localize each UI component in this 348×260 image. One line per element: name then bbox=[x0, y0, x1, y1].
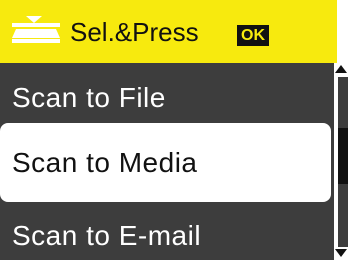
menu-item-label: Scan to File bbox=[12, 82, 166, 113]
menu-item-scan-to-media[interactable]: Scan to Media bbox=[0, 123, 331, 202]
menu-item-scan-to-email[interactable]: Scan to E-mail bbox=[0, 216, 331, 256]
ok-badge: OK bbox=[237, 25, 269, 46]
menu-panel: Sel.&Press OK Scan to File Scan to Media… bbox=[0, 0, 337, 260]
scroll-thumb[interactable] bbox=[338, 128, 348, 184]
scroll-up-arrow-icon[interactable] bbox=[335, 65, 347, 73]
menu-item-label: Scan to E-mail bbox=[12, 220, 202, 251]
menu-item-scan-to-file[interactable]: Scan to File bbox=[0, 78, 331, 118]
scroll-down-arrow-icon[interactable] bbox=[335, 249, 347, 257]
header-bar: Sel.&Press OK bbox=[0, 0, 337, 63]
scroll-track[interactable] bbox=[338, 77, 348, 247]
scanner-icon bbox=[12, 16, 60, 43]
header-title: Sel.&Press bbox=[70, 17, 199, 47]
lcd-screen: Sel.&Press OK Scan to File Scan to Media… bbox=[0, 0, 348, 260]
menu-item-label: Scan to Media bbox=[12, 147, 198, 178]
scrollbar[interactable] bbox=[334, 63, 348, 260]
